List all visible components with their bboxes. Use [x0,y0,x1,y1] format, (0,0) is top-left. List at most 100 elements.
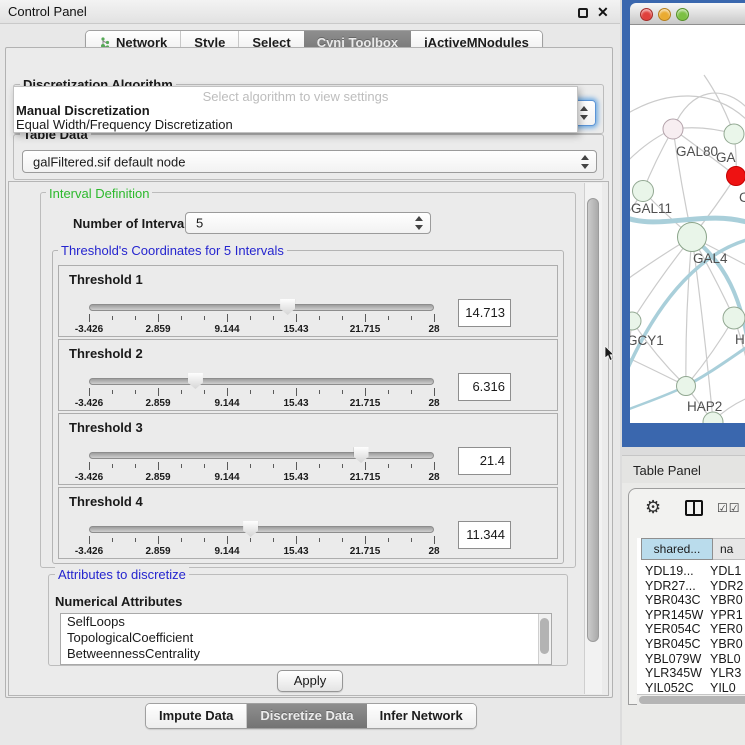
table-row[interactable]: YER054CYER0 [637,622,745,637]
slider-track[interactable] [89,304,434,311]
column-header-name[interactable]: na [713,538,745,560]
numerical-attributes-list: SelfLoopsTopologicalCoefficientBetweenne… [60,613,552,665]
threshold-slider[interactable]: -3.4262.8599.14415.4321.71528 [89,294,434,336]
close-icon[interactable]: ✕ [597,4,609,21]
combo-stepper-icon [580,155,589,169]
column-header-shared-name[interactable]: shared... [641,538,713,560]
dropdown-option-manual-discretization[interactable]: Manual Discretization [16,103,150,118]
cyni-mode-tabs: Impute Data Discretize Data Infer Networ… [145,703,477,729]
table-row[interactable]: YPR145WYPR1 [637,608,745,623]
threshold-slider[interactable]: -3.4262.8599.14415.4321.71528 [89,368,434,410]
slider-thumb[interactable] [354,447,369,463]
zoom-traffic-light[interactable] [676,8,689,21]
number-of-intervals-combobox[interactable]: 5 [185,212,431,234]
table-panel-titlebar: Table Panel [622,455,745,483]
slider-ticks [89,462,434,471]
slider-track[interactable] [89,378,434,385]
table-row[interactable]: YBR045CYBR0 [637,637,745,652]
network-node-label: GAL80 [676,144,718,159]
table-panel-box: ⚙ ☑☑ shared... na YDL19...YDL1YDR27...YD… [628,488,745,705]
network-node[interactable] [630,312,641,330]
slider-tick-labels: -3.4262.8599.14415.4321.71528 [89,324,434,336]
number-of-intervals-value: 5 [196,216,203,231]
table-row[interactable]: YDL19...YDL1 [637,564,745,579]
network-window-titlebar[interactable] [630,3,745,25]
slider-ticks [89,536,434,545]
network-edge[interactable] [632,321,686,386]
numerical-attributes-label: Numerical Attributes [55,594,182,609]
network-canvas[interactable]: GAL80GACGAL11GAL4GCY1HHAP2 [630,25,745,423]
horizontal-scrollbar-thumb[interactable] [639,696,745,704]
network-edge[interactable] [686,237,692,386]
table-row[interactable]: YLR345WYLR3 [637,666,745,681]
gear-icon[interactable]: ⚙ [645,497,661,518]
network-node[interactable] [724,124,744,144]
columns-icon[interactable] [685,500,703,516]
tab-discretize-data[interactable]: Discretize Data [247,704,366,728]
threshold-label: Threshold 2 [69,346,143,361]
cell-name: YLR3 [710,666,745,681]
table-row[interactable]: YBR043CYBR0 [637,593,745,608]
threshold-slider[interactable]: -3.4262.8599.14415.4321.71528 [89,516,434,558]
threshold-value-field[interactable]: 21.4 [458,447,511,475]
number-of-intervals-label: Number of Intervals [73,216,195,231]
network-node-label: HAP2 [687,399,722,414]
network-node[interactable] [633,181,654,202]
apply-button[interactable]: Apply [277,670,343,692]
list-scrollbar-track[interactable] [538,614,551,664]
threshold-slider[interactable]: -3.4262.8599.14415.4321.71528 [89,442,434,484]
network-node-label: GA [716,150,736,165]
cell-name: YIL0 [710,681,745,694]
slider-track[interactable] [89,526,434,533]
threshold-panel-4: Threshold 4 -3.4262.8599.14415.4321.71528… [58,487,558,559]
control-panel: Control Panel ✕ Network Style Select Cyn… [0,0,620,745]
float-window-icon[interactable] [578,8,588,18]
threshold-label: Threshold 3 [69,420,143,435]
table-data-value: galFiltered.sif default node [33,154,185,169]
attribute-list-item[interactable]: SelfLoops [61,614,551,630]
network-node[interactable] [678,223,707,252]
threshold-label: Threshold 4 [69,494,143,509]
list-scrollbar-thumb[interactable] [540,618,549,654]
cell-name: YBR0 [710,593,745,608]
network-node[interactable] [663,119,683,139]
network-node[interactable] [727,167,745,186]
network-edge[interactable] [630,217,745,223]
slider-thumb[interactable] [188,373,203,389]
slider-thumb[interactable] [280,299,295,315]
threshold-value-field[interactable]: 11.344 [458,521,511,549]
threshold-value-field[interactable]: 14.713 [458,299,511,327]
horizontal-scrollbar-track[interactable] [637,694,745,705]
checkbox-icons[interactable]: ☑☑ [717,501,741,515]
close-traffic-light[interactable] [640,8,653,21]
network-edge[interactable] [686,345,745,386]
vertical-scrollbar-thumb[interactable] [587,198,599,642]
slider-tick-labels: -3.4262.8599.14415.4321.71528 [89,472,434,484]
dropdown-prompt-item[interactable]: Select algorithm to view settings [14,89,577,104]
network-node[interactable] [677,377,696,396]
cell-shared-name: YIL052C [637,681,710,694]
table-row[interactable]: YIL052CYIL0 [637,681,745,694]
network-node[interactable] [723,307,745,329]
network-view-window: GAL80GACGAL11GAL4GCY1HHAP2 [622,0,745,447]
threshold-value-field[interactable]: 6.316 [458,373,511,401]
network-edge[interactable] [686,318,734,386]
attribute-list-item[interactable]: TopologicalCoefficient [61,630,551,646]
threshold-label: Threshold 1 [69,272,143,287]
cell-name: YPR1 [710,608,745,623]
slider-track[interactable] [89,452,434,459]
table-row[interactable]: YDR27...YDR2 [637,579,745,594]
table-data-combobox[interactable]: galFiltered.sif default node [22,150,597,173]
slider-ticks [89,388,434,397]
minimize-traffic-light[interactable] [658,8,671,21]
cell-name: YBL0 [710,652,745,667]
attribute-list-item[interactable]: BetweennessCentrality [61,646,551,662]
cell-name: YDR2 [710,579,745,594]
dropdown-option-equal-width[interactable]: Equal Width/Frequency Discretization [16,117,233,132]
network-edge[interactable] [630,321,632,385]
tab-impute-data[interactable]: Impute Data [146,704,247,728]
cell-name: YBR0 [710,637,745,652]
table-row[interactable]: YBL079WYBL0 [637,652,745,667]
slider-thumb[interactable] [243,521,258,537]
tab-infer-network[interactable]: Infer Network [367,704,476,728]
